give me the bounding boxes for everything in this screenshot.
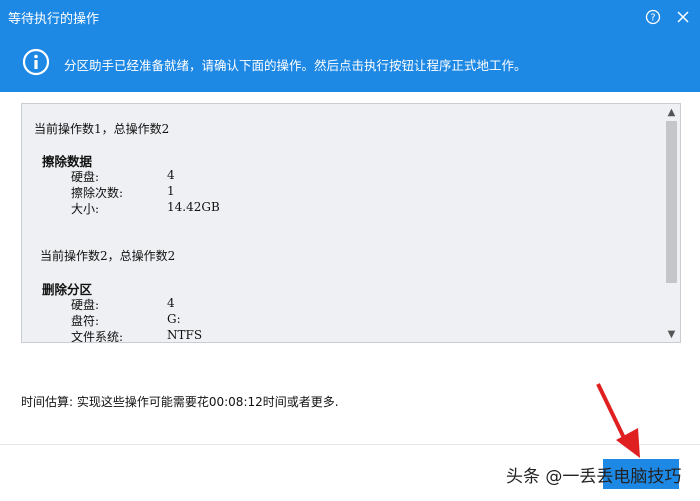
detail-label: 大小:	[71, 202, 100, 216]
operations-content: 当前操作数1，总操作数2 擦除数据 硬盘: 4 擦除次数: 1 大小: 14.4…	[22, 104, 662, 342]
detail-label: 硬盘:	[71, 298, 100, 312]
detail-label: 盘符:	[71, 314, 100, 328]
detail-label: 硬盘:	[71, 170, 100, 184]
time-estimate: 时间估算: 实现这些操作可能需要花00:08:12时间或者更多.	[21, 395, 339, 409]
detail-value: 1	[167, 184, 175, 198]
title-bar: 等待执行的操作 ?	[0, 0, 700, 34]
scroll-down-icon[interactable]: ▼	[663, 326, 680, 342]
detail-value: G:	[167, 312, 181, 326]
help-button[interactable]: ?	[642, 6, 664, 28]
svg-text:?: ?	[650, 13, 655, 24]
watermark: 头条 @一丢丢电脑技巧	[506, 467, 682, 487]
operation-header: 当前操作数1，总操作数2	[34, 122, 170, 136]
vertical-scrollbar[interactable]: ▲ ▼	[663, 104, 680, 342]
detail-label: 文件系统:	[71, 330, 124, 343]
detail-value: 4	[167, 296, 175, 310]
detail-label: 擦除次数:	[71, 186, 124, 200]
window-title: 等待执行的操作	[8, 12, 100, 27]
operation-header: 当前操作数2，总操作数2	[40, 249, 176, 263]
scroll-up-icon[interactable]: ▲	[663, 104, 680, 120]
banner-message: 分区助手已经准备就绪，请确认下面的操作。然后点击执行按钮让程序正式地工作。	[64, 58, 527, 73]
scroll-thumb[interactable]	[666, 121, 677, 283]
info-banner: 分区助手已经准备就绪，请确认下面的操作。然后点击执行按钮让程序正式地工作。	[0, 34, 700, 92]
detail-value: 14.42GB	[167, 200, 220, 214]
detail-value: NTFS	[167, 328, 203, 342]
detail-value: 4	[167, 168, 175, 182]
question-icon: ?	[645, 9, 661, 25]
close-icon	[677, 11, 689, 23]
close-button[interactable]	[672, 6, 694, 28]
operations-list: 当前操作数1，总操作数2 擦除数据 硬盘: 4 擦除次数: 1 大小: 14.4…	[21, 103, 681, 343]
info-icon	[22, 48, 50, 76]
